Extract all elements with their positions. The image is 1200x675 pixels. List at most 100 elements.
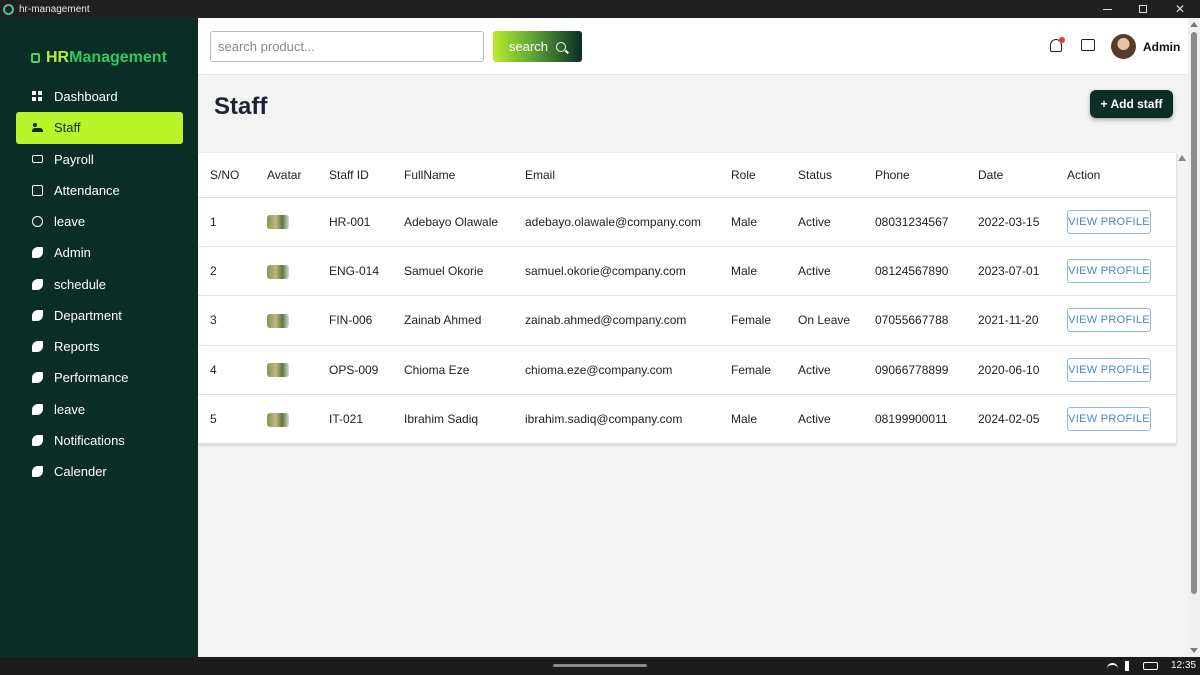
staff-table: S/NO Avatar Staff ID FullName Email Role Statu… xyxy=(198,153,1176,445)
taskbar-clock[interactable]: 12:35 xyxy=(1171,660,1196,671)
action-cell: VIEW PROFILE xyxy=(1055,394,1176,445)
sidebar-item-leave[interactable]: leave xyxy=(16,206,183,237)
view-profile-button[interactable]: VIEW PROFILE xyxy=(1067,407,1151,432)
staff-id-cell: IT-021 xyxy=(317,394,392,445)
table-scroll-up-icon[interactable] xyxy=(1178,155,1186,161)
view-profile-button[interactable]: VIEW PROFILE xyxy=(1067,209,1151,234)
window-title-bar: hr-management ✕ xyxy=(0,0,1200,18)
column-header[interactable]: Date xyxy=(966,153,1055,198)
staff-table-card: S/NO Avatar Staff ID FullName Email Role Statu… xyxy=(198,153,1176,445)
view-profile-button[interactable]: VIEW PROFILE xyxy=(1067,308,1151,333)
column-header[interactable]: Phone xyxy=(863,153,966,198)
sidebar-item-payroll[interactable]: Payroll xyxy=(16,144,183,175)
row-number-cell: 2 xyxy=(198,246,255,297)
sidebar-item-label: leave xyxy=(54,214,86,230)
table-row[interactable]: 1 HR-001 Adebayo Olawale adebayo.olawale@co… xyxy=(198,197,1176,247)
minimize-button[interactable] xyxy=(1092,0,1122,18)
payroll-icon xyxy=(32,155,43,164)
column-header[interactable]: Staff ID xyxy=(317,153,392,198)
action-cell: VIEW PROFILE xyxy=(1055,246,1176,297)
sidebar-item-department[interactable]: Department xyxy=(16,300,183,331)
scrollbar-thumb[interactable] xyxy=(1191,32,1197,594)
column-header[interactable]: Action xyxy=(1055,153,1176,198)
column-header[interactable]: Status xyxy=(786,153,863,198)
action-cell: VIEW PROFILE xyxy=(1055,295,1176,346)
search-button-label: search xyxy=(508,39,549,54)
restore-button[interactable] xyxy=(1128,0,1158,18)
status-cell: Active xyxy=(786,197,863,247)
column-header[interactable]: S/NO xyxy=(198,153,255,198)
table-row[interactable]: 5 IT-021 Ibrahim Sadiq ibrahim.sadiq@compan… xyxy=(198,394,1176,445)
sidebar-item-leave[interactable]: leave xyxy=(16,394,183,425)
scroll-down-icon[interactable] xyxy=(1190,648,1198,653)
staff-id-cell: ENG-014 xyxy=(317,246,392,297)
window-title: hr-management xyxy=(19,3,90,15)
table-row[interactable]: 2 ENG-014 Samuel Okorie samuel.okorie@compa… xyxy=(198,246,1176,297)
page-title: Staff xyxy=(214,93,268,120)
chat-icon[interactable] xyxy=(1081,39,1095,51)
restore-icon xyxy=(1139,5,1147,13)
add-staff-button[interactable]: + Add staff xyxy=(1090,90,1173,118)
sidebar-item-notifications[interactable]: Notifications xyxy=(16,425,183,456)
action-cell: VIEW PROFILE xyxy=(1055,197,1176,247)
view-profile-button[interactable]: VIEW PROFILE xyxy=(1067,357,1151,382)
sidebar-item-dashboard[interactable]: Dashboard xyxy=(16,81,183,112)
full-name-cell: Chioma Eze xyxy=(392,345,513,396)
role-cell: Female xyxy=(719,345,786,396)
sidebar-item-attendance[interactable]: Attendance xyxy=(16,175,183,206)
leaf-icon xyxy=(32,341,43,353)
full-name-cell: Zainab Ahmed xyxy=(392,295,513,346)
avatar xyxy=(267,412,289,427)
page-scrollbar[interactable] xyxy=(1188,18,1200,657)
full-name-cell: Adebayo Olawale xyxy=(392,197,513,247)
user-name[interactable]: Admin xyxy=(1143,40,1180,54)
date-cell: 2024-02-05 xyxy=(966,394,1055,445)
sidebar-item-calender[interactable]: Calender xyxy=(16,456,183,487)
battery-icon[interactable] xyxy=(1143,662,1158,670)
sidebar-item-schedule[interactable]: schedule xyxy=(16,269,183,300)
sidebar-item-performance[interactable]: Performance xyxy=(16,362,183,393)
search-input[interactable] xyxy=(210,31,484,62)
avatar xyxy=(267,264,289,279)
sidebar-item-label: Calender xyxy=(54,464,107,480)
status-cell: Active xyxy=(786,394,863,445)
sidebar-item-staff[interactable]: Staff xyxy=(16,112,183,144)
column-header[interactable]: Role xyxy=(719,153,786,198)
column-header[interactable]: Avatar xyxy=(255,153,317,198)
avatar[interactable] xyxy=(1111,34,1136,59)
sidebar-item-admin[interactable]: Admin xyxy=(16,237,183,268)
app-icon xyxy=(3,3,14,15)
column-header[interactable]: Email xyxy=(513,153,719,198)
avatar xyxy=(267,313,289,328)
row-number-cell: 1 xyxy=(198,197,255,247)
sidebar-item-label: Notifications xyxy=(54,432,125,448)
avatar xyxy=(267,363,289,378)
sidebar-item-label: Admin xyxy=(54,245,91,261)
sidebar-item-label: Payroll xyxy=(54,151,94,167)
close-button[interactable]: ✕ xyxy=(1165,0,1195,18)
view-profile-button[interactable]: VIEW PROFILE xyxy=(1067,259,1151,284)
column-header[interactable]: FullName xyxy=(392,153,513,198)
row-avatar-cell xyxy=(255,345,317,396)
sidebar-item-reports[interactable]: Reports xyxy=(16,331,183,362)
close-icon: ✕ xyxy=(1174,2,1186,16)
date-cell: 2021-11-20 xyxy=(966,295,1055,346)
staff-id-cell: HR-001 xyxy=(317,197,392,247)
brand-hr-text: HR xyxy=(46,49,70,66)
role-cell: Male xyxy=(719,246,786,297)
search-button[interactable]: search xyxy=(493,31,582,62)
taskbar-handle[interactable] xyxy=(553,664,647,667)
volume-icon[interactable] xyxy=(1125,661,1134,671)
table-row[interactable]: 4 OPS-009 Chioma Eze chioma.eze@company.com… xyxy=(198,345,1176,396)
sidebar-item-label: Reports xyxy=(54,339,100,355)
email-cell: ibrahim.sadiq@company.com xyxy=(513,394,719,445)
email-cell: adebayo.olawale@company.com xyxy=(513,197,719,247)
minimize-icon xyxy=(1102,8,1112,10)
dashboard-icon xyxy=(32,91,43,103)
row-avatar-cell xyxy=(255,197,317,247)
brand-logo: HR Management xyxy=(31,49,167,67)
table-row[interactable]: 3 FIN-006 Zainab Ahmed zainab.ahmed@company… xyxy=(198,295,1176,346)
top-bar: search Admin xyxy=(198,18,1188,75)
wifi-icon[interactable] xyxy=(1107,663,1118,669)
scroll-up-icon[interactable] xyxy=(1190,22,1198,27)
